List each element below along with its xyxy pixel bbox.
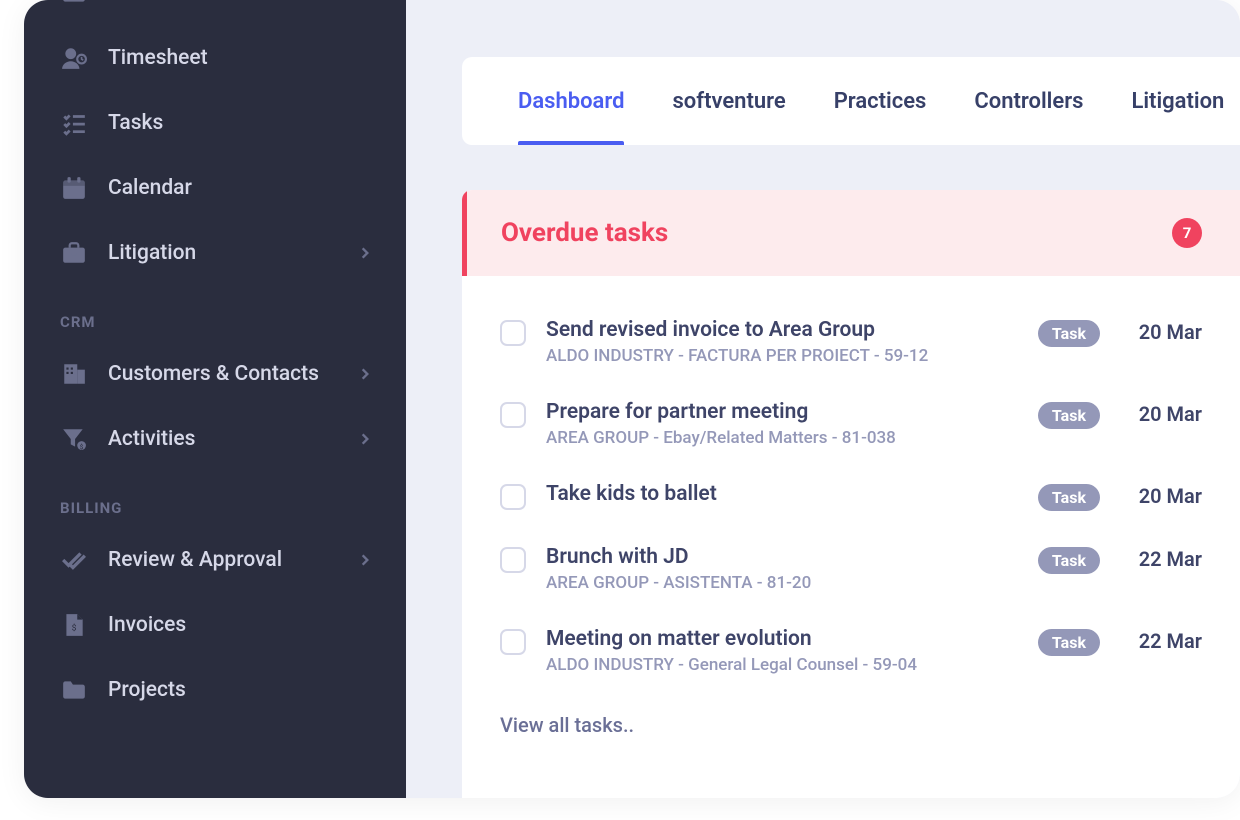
task-date: 20 Mar: [1122, 320, 1202, 344]
sidebar-item-label: Timesheet: [108, 46, 370, 70]
sidebar-item-litigation[interactable]: Litigation: [24, 220, 406, 285]
task-type-badge: Task: [1038, 547, 1100, 574]
chevron-right-icon: [360, 553, 370, 567]
dashboard-icon: [60, 0, 88, 7]
sidebar-item-invoices[interactable]: $ Invoices: [24, 592, 406, 657]
task-date: 22 Mar: [1122, 629, 1202, 653]
sidebar-item-label: Review & Approval: [108, 548, 360, 572]
overdue-card: Overdue tasks 7 Send revised invoice to …: [462, 190, 1240, 798]
sidebar-section-billing: BILLING: [24, 471, 406, 527]
task-type-badge: Task: [1038, 402, 1100, 429]
tab-practices[interactable]: Practices: [814, 57, 947, 145]
calendar-icon: [60, 174, 88, 202]
briefcase-icon: [60, 239, 88, 267]
task-title: Send revised invoice to Area Group: [546, 318, 1024, 342]
task-title: Take kids to ballet: [546, 482, 1024, 506]
sidebar-item-label: Projects: [108, 678, 370, 702]
task-checkbox[interactable]: [500, 484, 526, 510]
svg-text:$: $: [72, 622, 77, 633]
task-row: Send revised invoice to Area Group ALDO …: [500, 302, 1202, 384]
tab-softventure[interactable]: softventure: [652, 57, 805, 145]
task-main[interactable]: Prepare for partner meeting AREA GROUP -…: [546, 400, 1024, 448]
task-row: Meeting on matter evolution ALDO INDUSTR…: [500, 611, 1202, 693]
tab-label: softventure: [672, 89, 785, 114]
sidebar-item-customers[interactable]: Customers & Contacts: [24, 341, 406, 406]
check-double-icon: [60, 546, 88, 574]
sidebar: Dashboard Timesheet Tasks Calendar: [24, 0, 406, 798]
sidebar-section-crm: CRM: [24, 285, 406, 341]
view-all-tasks-link[interactable]: View all tasks..: [462, 703, 1240, 757]
task-date: 20 Mar: [1122, 402, 1202, 426]
task-main[interactable]: Take kids to ballet: [546, 482, 1024, 510]
task-title: Prepare for partner meeting: [546, 400, 1024, 424]
sidebar-item-label: Invoices: [108, 613, 370, 637]
sidebar-item-tasks[interactable]: Tasks: [24, 90, 406, 155]
task-subtitle: ALDO INDUSTRY - General Legal Counsel - …: [546, 655, 1024, 675]
overdue-count-badge: 7: [1172, 218, 1202, 248]
svg-text:$: $: [80, 442, 84, 450]
sidebar-item-timesheet[interactable]: Timesheet: [24, 25, 406, 90]
sidebar-item-label: Tasks: [108, 111, 370, 135]
overdue-header: Overdue tasks 7: [462, 190, 1240, 276]
tab-controllers[interactable]: Controllers: [954, 57, 1103, 145]
tab-label: Practices: [834, 89, 927, 114]
funnel-icon: $: [60, 425, 88, 453]
task-main[interactable]: Brunch with JD AREA GROUP - ASISTENTA - …: [546, 545, 1024, 593]
invoice-icon: $: [60, 611, 88, 639]
chevron-right-icon: [360, 367, 370, 381]
sidebar-item-label: Litigation: [108, 241, 360, 265]
task-subtitle: AREA GROUP - Ebay/Related Matters - 81-0…: [546, 428, 1024, 448]
task-row: Prepare for partner meeting AREA GROUP -…: [500, 384, 1202, 466]
timesheet-icon: [60, 44, 88, 72]
task-type-badge: Task: [1038, 320, 1100, 347]
task-checkbox[interactable]: [500, 402, 526, 428]
task-checkbox[interactable]: [500, 629, 526, 655]
sidebar-item-label: Activities: [108, 427, 360, 451]
task-type-badge: Task: [1038, 629, 1100, 656]
sidebar-item-activities[interactable]: $ Activities: [24, 406, 406, 471]
task-checkbox[interactable]: [500, 547, 526, 573]
task-list: Send revised invoice to Area Group ALDO …: [462, 276, 1240, 703]
task-row: Take kids to ballet Task 20 Mar: [500, 466, 1202, 529]
sidebar-item-label: Calendar: [108, 176, 370, 200]
task-title: Brunch with JD: [546, 545, 1024, 569]
sidebar-item-projects[interactable]: Projects: [24, 657, 406, 722]
tab-bar: Dashboard softventure Practices Controll…: [462, 57, 1240, 145]
task-type-badge: Task: [1038, 484, 1100, 511]
sidebar-item-label: Dashboard: [108, 0, 370, 5]
task-subtitle: AREA GROUP - ASISTENTA - 81-20: [546, 573, 1024, 593]
app-frame: Dashboard Timesheet Tasks Calendar: [24, 0, 1240, 798]
main-content: Dashboard softventure Practices Controll…: [406, 0, 1240, 798]
tab-litigation[interactable]: Litigation: [1111, 57, 1240, 145]
task-date: 22 Mar: [1122, 547, 1202, 571]
chevron-right-icon: [360, 246, 370, 260]
sidebar-item-review[interactable]: Review & Approval: [24, 527, 406, 592]
tab-label: Controllers: [974, 89, 1083, 114]
building-icon: [60, 360, 88, 388]
tab-dashboard[interactable]: Dashboard: [498, 57, 644, 145]
tasks-icon: [60, 109, 88, 137]
task-main[interactable]: Meeting on matter evolution ALDO INDUSTR…: [546, 627, 1024, 675]
task-date: 20 Mar: [1122, 484, 1202, 508]
task-row: Brunch with JD AREA GROUP - ASISTENTA - …: [500, 529, 1202, 611]
folder-icon: [60, 676, 88, 704]
task-main[interactable]: Send revised invoice to Area Group ALDO …: [546, 318, 1024, 366]
sidebar-item-label: Customers & Contacts: [108, 362, 360, 386]
tab-label: Litigation: [1131, 89, 1224, 114]
tab-label: Dashboard: [518, 89, 624, 114]
overdue-title: Overdue tasks: [501, 218, 1172, 248]
sidebar-item-dashboard[interactable]: Dashboard: [24, 0, 406, 25]
task-title: Meeting on matter evolution: [546, 627, 1024, 651]
sidebar-item-calendar[interactable]: Calendar: [24, 155, 406, 220]
task-subtitle: ALDO INDUSTRY - FACTURA PER PROIECT - 59…: [546, 346, 1024, 366]
task-checkbox[interactable]: [500, 320, 526, 346]
chevron-right-icon: [360, 432, 370, 446]
